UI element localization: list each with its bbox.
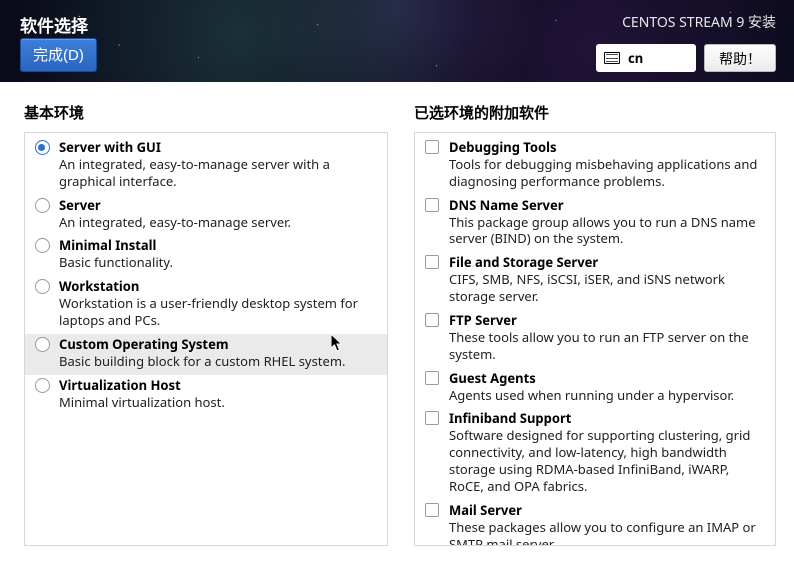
base-environment-column: 基本环境 Server with GUIAn integrated, easy-… (24, 102, 388, 577)
env-title: Minimal Install (59, 237, 377, 254)
addon-desc: Tools for debugging misbehaving applicat… (449, 156, 765, 190)
content-area: 基本环境 Server with GUIAn integrated, easy-… (0, 82, 794, 577)
radio-icon[interactable] (35, 337, 50, 352)
addon-option[interactable]: DNS Name ServerThis package group allows… (415, 195, 775, 253)
env-desc: Workstation is a user-friendly desktop s… (59, 295, 377, 329)
addon-desc: CIFS, SMB, NFS, iSCSI, iSER, and iSNS ne… (449, 271, 765, 305)
addons-column: 已选环境的附加软件 Debugging ToolsTools for debug… (414, 102, 776, 577)
checkbox-icon[interactable] (425, 503, 439, 517)
env-desc: Basic building block for a custom RHEL s… (59, 353, 377, 370)
env-desc: Basic functionality. (59, 254, 377, 271)
checkbox-wrap (423, 502, 441, 546)
addon-title: Debugging Tools (449, 139, 765, 156)
env-desc: Minimal virtualization host. (59, 394, 377, 411)
keyboard-layout-indicator[interactable]: cn (596, 44, 696, 72)
env-option[interactable]: Virtualization HostMinimal virtualizatio… (25, 375, 387, 416)
radio-wrap (33, 278, 51, 332)
env-body: Server with GUIAn integrated, easy-to-ma… (59, 139, 377, 193)
env-body: ServerAn integrated, easy-to-manage serv… (59, 197, 377, 234)
radio-icon[interactable] (35, 279, 50, 294)
addon-option[interactable]: Mail ServerThese packages allow you to c… (415, 500, 775, 546)
checkbox-wrap (423, 139, 441, 193)
checkbox-icon[interactable] (425, 198, 439, 212)
addon-option[interactable]: Debugging ToolsTools for debugging misbe… (415, 137, 775, 195)
header-top-row: 软件选择 CENTOS STREAM 9 安装 (20, 12, 776, 37)
addon-body: Guest AgentsAgents used when running und… (449, 370, 765, 407)
addon-title: Infiniband Support (449, 410, 765, 427)
addon-body: DNS Name ServerThis package group allows… (449, 197, 765, 251)
header-bottom-row: 完成(D) cn 帮助！ (20, 38, 776, 72)
env-title: Server (59, 197, 377, 214)
addon-body: Mail ServerThese packages allow you to c… (449, 502, 765, 546)
page-title: 软件选择 (20, 12, 88, 37)
addon-title: FTP Server (449, 312, 765, 329)
addon-body: FTP ServerThese tools allow you to run a… (449, 312, 765, 366)
checkbox-wrap (423, 254, 441, 308)
addons-list[interactable]: Debugging ToolsTools for debugging misbe… (414, 132, 776, 546)
radio-icon[interactable] (35, 238, 50, 253)
env-option[interactable]: ServerAn integrated, easy-to-manage serv… (25, 195, 387, 236)
checkbox-wrap (423, 410, 441, 497)
env-title: Workstation (59, 278, 377, 295)
addon-body: Debugging ToolsTools for debugging misbe… (449, 139, 765, 193)
done-button[interactable]: 完成(D) (20, 38, 97, 72)
env-body: Minimal InstallBasic functionality. (59, 237, 377, 274)
env-title: Server with GUI (59, 139, 377, 156)
env-title: Custom Operating System (59, 336, 377, 353)
env-desc: An integrated, easy-to-manage server. (59, 214, 377, 231)
checkbox-icon[interactable] (425, 140, 439, 154)
addon-body: File and Storage ServerCIFS, SMB, NFS, i… (449, 254, 765, 308)
addon-desc: These tools allow you to run an FTP serv… (449, 329, 765, 363)
checkbox-wrap (423, 312, 441, 366)
checkbox-icon[interactable] (425, 255, 439, 269)
addon-option[interactable]: File and Storage ServerCIFS, SMB, NFS, i… (415, 252, 775, 310)
radio-icon[interactable] (35, 198, 50, 213)
installer-subtitle: CENTOS STREAM 9 安装 (622, 12, 776, 32)
radio-wrap (33, 139, 51, 193)
env-option[interactable]: WorkstationWorkstation is a user-friendl… (25, 276, 387, 334)
radio-wrap (33, 237, 51, 274)
addons-title: 已选环境的附加软件 (414, 102, 776, 123)
radio-wrap (33, 197, 51, 234)
radio-icon[interactable] (35, 140, 50, 155)
header-bar: 软件选择 CENTOS STREAM 9 安装 完成(D) cn 帮助！ (0, 0, 794, 82)
env-option[interactable]: Minimal InstallBasic functionality. (25, 235, 387, 276)
keyboard-layout-code: cn (628, 49, 643, 67)
env-body: WorkstationWorkstation is a user-friendl… (59, 278, 377, 332)
radio-wrap (33, 377, 51, 414)
header-right-controls: cn 帮助！ (596, 44, 776, 72)
env-desc: An integrated, easy-to-manage server wit… (59, 156, 377, 190)
addon-title: DNS Name Server (449, 197, 765, 214)
addon-option[interactable]: Infiniband SupportSoftware designed for … (415, 408, 775, 499)
radio-icon[interactable] (35, 378, 50, 393)
addon-desc: This package group allows you to run a D… (449, 214, 765, 248)
addon-title: Mail Server (449, 502, 765, 519)
addon-option[interactable]: FTP ServerThese tools allow you to run a… (415, 310, 775, 368)
env-title: Virtualization Host (59, 377, 377, 394)
addon-desc: Agents used when running under a hypervi… (449, 387, 765, 404)
base-environment-list[interactable]: Server with GUIAn integrated, easy-to-ma… (24, 132, 388, 546)
env-option[interactable]: Custom Operating SystemBasic building bl… (25, 334, 387, 375)
checkbox-wrap (423, 370, 441, 407)
env-option[interactable]: Server with GUIAn integrated, easy-to-ma… (25, 137, 387, 195)
radio-wrap (33, 336, 51, 373)
addon-title: Guest Agents (449, 370, 765, 387)
addon-desc: These packages allow you to configure an… (449, 519, 765, 546)
checkbox-icon[interactable] (425, 313, 439, 327)
addon-body: Infiniband SupportSoftware designed for … (449, 410, 765, 497)
keyboard-icon (604, 52, 620, 64)
checkbox-wrap (423, 197, 441, 251)
help-button[interactable]: 帮助！ (704, 44, 776, 72)
base-environment-title: 基本环境 (24, 102, 388, 123)
addon-option[interactable]: Guest AgentsAgents used when running und… (415, 368, 775, 409)
checkbox-icon[interactable] (425, 371, 439, 385)
addon-title: File and Storage Server (449, 254, 765, 271)
addon-desc: Software designed for supporting cluster… (449, 427, 765, 495)
env-body: Virtualization HostMinimal virtualizatio… (59, 377, 377, 414)
checkbox-icon[interactable] (425, 411, 439, 425)
env-body: Custom Operating SystemBasic building bl… (59, 336, 377, 373)
